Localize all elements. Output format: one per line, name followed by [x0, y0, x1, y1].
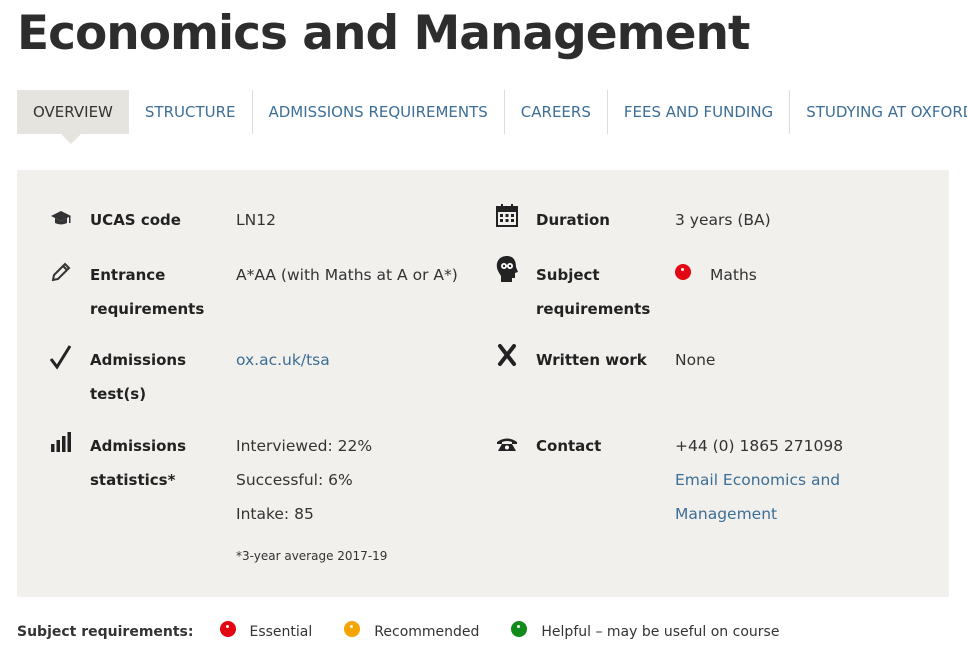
essential-dot-icon [219, 621, 236, 637]
admissions-statistics-label: Admissions statistics* [90, 429, 186, 497]
legend-title: Subject requirements: [17, 624, 194, 640]
entrance-requirements-value: A*AA (with Maths at A or A*) [236, 266, 458, 284]
page-title: Economics and Management [17, 6, 750, 61]
ucas-code-value: LN12 [236, 211, 276, 229]
tab-overview[interactable]: OVERVIEW [17, 90, 129, 144]
subject-maths: Maths [710, 266, 757, 284]
duration-label: Duration [536, 211, 610, 229]
recommended-dot-icon [344, 621, 361, 637]
admissions-statistics-value: Interviewed: 22% Successful: 6% Intake: … [236, 429, 387, 573]
cross-icon [495, 343, 519, 367]
entrance-label-line1: Entrance [90, 266, 166, 284]
entrance-requirements-label: Entrance requirements [90, 258, 204, 326]
subject-requirements-value: Maths [675, 258, 757, 292]
admissions-test-label: Admissions test(s) [90, 343, 186, 411]
legend-item-helpful: Helpful – may be useful on course [511, 621, 780, 640]
calendar-icon [495, 203, 519, 227]
course-tabs: OVERVIEW STRUCTURE ADMISSIONS REQUIREMEN… [17, 90, 967, 144]
tab-careers[interactable]: CAREERS [505, 90, 608, 134]
intake-stat: Intake: 85 [236, 505, 314, 523]
head-icon [494, 255, 520, 283]
telephone-icon [495, 433, 519, 457]
legend-item-recommended: Recommended [344, 621, 480, 640]
written-work-label: Written work [536, 351, 647, 369]
statistics-footnote: *3-year average 2017-19 [236, 549, 388, 563]
subject-requirements-label: Subject requirements [536, 258, 650, 326]
duration-value: 3 years (BA) [675, 211, 771, 229]
email-link-line1: Email Economics and [675, 471, 841, 489]
tab-admissions-requirements[interactable]: ADMISSIONS REQUIREMENTS [253, 90, 505, 134]
statistics-label-line1: Admissions [90, 437, 187, 455]
admissions-test-label-line2: test(s) [90, 385, 147, 403]
legend-recommended-label: Recommended [374, 624, 480, 640]
tab-fees-and-funding[interactable]: FEES AND FUNDING [608, 90, 791, 134]
contact-value: +44 (0) 1865 271098 Email Economics and … [675, 429, 843, 531]
legend-essential-label: Essential [249, 624, 313, 640]
tab-studying-at-oxford[interactable]: STUDYING AT OXFORD [790, 90, 967, 134]
essential-dot-icon [675, 263, 691, 280]
successful-stat: Successful: 6% [236, 471, 353, 489]
contact-email-link[interactable]: Email Economics and Management [675, 463, 843, 531]
interviewed-stat: Interviewed: 22% [236, 437, 373, 455]
overview-panel: UCAS code LN12 Entrance requirements A*A… [17, 170, 949, 597]
statistics-label-line2: statistics* [90, 471, 176, 489]
entrance-label-line2: requirements [90, 300, 205, 318]
contact-phone: +44 (0) 1865 271098 [675, 437, 844, 455]
helpful-dot-icon [511, 621, 528, 637]
graduation-cap-icon [49, 207, 73, 231]
legend-helpful-label: Helpful – may be useful on course [541, 624, 780, 640]
tsa-link[interactable]: ox.ac.uk/tsa [236, 351, 330, 369]
written-work-value: None [675, 351, 716, 369]
ucas-code-label: UCAS code [90, 211, 181, 229]
bar-chart-icon [49, 430, 73, 454]
subject-requirements-legend: Subject requirements: Essential Recommen… [17, 621, 801, 640]
legend-item-essential: Essential [219, 621, 313, 640]
pencil-icon [49, 260, 73, 284]
email-link-line2: Management [675, 505, 778, 523]
contact-label: Contact [536, 437, 602, 455]
subject-label-line1: Subject [536, 266, 600, 284]
admissions-test-value: ox.ac.uk/tsa [236, 343, 330, 377]
admissions-test-label-line1: Admissions [90, 351, 187, 369]
checkmark-icon [49, 345, 73, 370]
subject-label-line2: requirements [536, 300, 651, 318]
tab-structure[interactable]: STRUCTURE [129, 90, 253, 134]
